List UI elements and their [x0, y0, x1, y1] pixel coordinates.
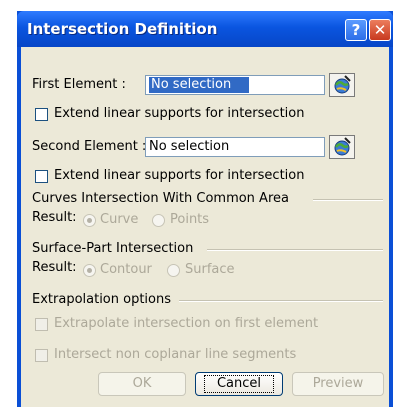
- extrapolation-group-divider: [179, 300, 383, 302]
- dialog-title: Intersection Definition: [27, 20, 218, 38]
- first-extend-checkbox[interactable]: [35, 108, 48, 121]
- first-extend-label: Extend linear supports for intersection: [54, 106, 305, 121]
- ok-button-label: OK: [132, 376, 152, 391]
- surface-result-label: Result:: [32, 260, 77, 275]
- preview-button-label: Preview: [312, 376, 364, 391]
- close-button[interactable]: ✕: [369, 19, 391, 41]
- first-element-label: First Element :: [32, 77, 126, 92]
- element-picker-icon: [334, 137, 351, 156]
- extrapolation-group-label: Extrapolation options: [32, 292, 172, 307]
- second-extend-label: Extend linear supports for intersection: [54, 168, 305, 183]
- surface-group-divider: [207, 249, 383, 251]
- first-element-picker-button[interactable]: [329, 73, 355, 97]
- curves-result-label: Result:: [32, 210, 77, 225]
- element-picker-icon: [334, 75, 351, 94]
- extrapolate-first-label: Extrapolate intersection on first elemen…: [54, 316, 319, 331]
- intersect-noncoplanar-checkbox[interactable]: [35, 349, 48, 362]
- curves-group-label: Curves Intersection With Common Area: [32, 191, 289, 206]
- cancel-button[interactable]: Cancel: [195, 372, 283, 396]
- intersect-noncoplanar-label: Intersect non coplanar line segments: [54, 347, 297, 362]
- cancel-button-label: Cancel: [203, 375, 275, 393]
- surface-group-label: Surface-Part Intersection: [32, 241, 194, 256]
- curves-result-curve-label: Curve: [100, 212, 139, 227]
- curves-result-curve-radio[interactable]: [83, 214, 96, 227]
- surface-result-surface-label: Surface: [185, 262, 235, 277]
- second-element-picker-button[interactable]: [329, 135, 355, 159]
- title-bar[interactable]: Intersection Definition ? ✕: [17, 11, 393, 47]
- help-icon: ?: [351, 21, 361, 39]
- extrapolate-first-checkbox[interactable]: [35, 318, 48, 331]
- surface-result-contour-label: Contour: [100, 262, 152, 277]
- dialog-content: First Element : No selection Extend line…: [21, 47, 389, 407]
- help-button[interactable]: ?: [345, 19, 367, 41]
- close-icon: ✕: [373, 21, 387, 39]
- ok-button[interactable]: OK: [98, 372, 186, 396]
- surface-result-surface-radio[interactable]: [167, 264, 180, 277]
- first-element-value: No selection: [149, 77, 250, 93]
- dialog-window: Intersection Definition ? ✕ First Elemen…: [17, 11, 393, 407]
- preview-button[interactable]: Preview: [292, 372, 384, 396]
- first-element-field[interactable]: No selection: [145, 75, 325, 95]
- second-element-field[interactable]: No selection: [145, 137, 325, 157]
- surface-result-contour-radio[interactable]: [83, 264, 96, 277]
- curves-result-points-label: Points: [170, 212, 210, 227]
- second-element-label: Second Element :: [32, 139, 147, 154]
- second-extend-checkbox[interactable]: [35, 170, 48, 183]
- second-element-value: No selection: [149, 139, 230, 154]
- curves-group-divider: [313, 199, 383, 201]
- curves-result-points-radio[interactable]: [152, 214, 165, 227]
